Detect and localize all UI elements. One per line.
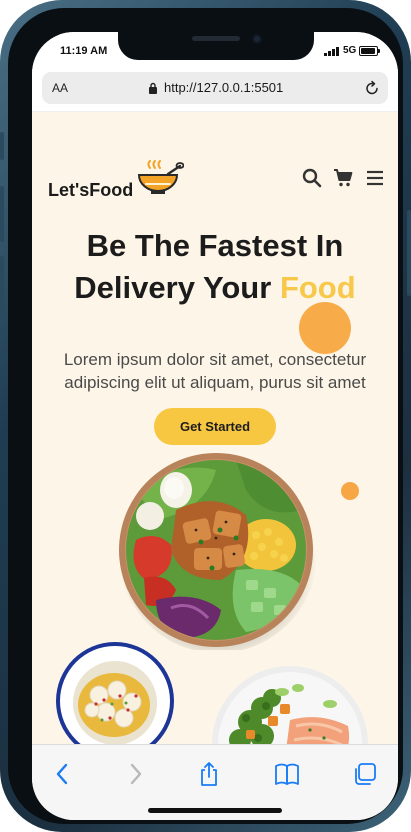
- headline-line-2-prefix: Delivery Your: [74, 270, 272, 305]
- hero-headline: Be The Fastest In Delivery Your Food: [32, 225, 398, 309]
- volume-down-button: [0, 256, 4, 312]
- signal-icon: [324, 46, 340, 56]
- volume-up-button: [0, 186, 4, 242]
- status-bar: 11:19 AM 5G: [32, 32, 398, 72]
- logo-text: Let'sFood: [48, 180, 134, 200]
- headline-accent-word: Food: [279, 270, 356, 305]
- status-time: 11:19 AM: [60, 45, 108, 57]
- reload-icon[interactable]: [364, 80, 380, 96]
- ceviche-bowl-image: [56, 642, 174, 744]
- screen: 11:19 AM 5G AA http://127.0.0.1:5501 Let…: [32, 32, 398, 820]
- power-button: [407, 210, 411, 296]
- menu-icon[interactable]: [365, 168, 385, 188]
- battery-icon: [359, 46, 380, 56]
- headline-line-1: Be The Fastest In: [86, 228, 344, 263]
- headline-line-2: Delivery Your Food: [32, 267, 398, 309]
- url-text[interactable]: http://127.0.0.1:5501: [164, 80, 283, 95]
- front-camera: [252, 34, 262, 44]
- home-indicator: [148, 808, 282, 813]
- address-bar[interactable]: AA http://127.0.0.1:5501: [42, 72, 388, 104]
- phone-frame: 11:19 AM 5G AA http://127.0.0.1:5501 Let…: [0, 0, 411, 832]
- lock-icon: [149, 82, 157, 94]
- phone-bezel: 11:19 AM 5G AA http://127.0.0.1:5501 Let…: [8, 8, 403, 824]
- mute-switch: [0, 132, 4, 160]
- decorative-small-orange-circle: [341, 482, 359, 500]
- grilled-salmon-plate-image: [212, 666, 368, 744]
- browser-address-area: AA http://127.0.0.1:5501: [32, 72, 398, 112]
- share-icon[interactable]: [196, 761, 222, 787]
- get-started-button[interactable]: Get Started: [154, 408, 276, 445]
- network-type: 5G: [343, 45, 357, 56]
- search-icon[interactable]: [302, 168, 322, 188]
- bookmarks-icon[interactable]: [274, 761, 300, 787]
- text-size-button[interactable]: AA: [52, 81, 68, 95]
- soup-bowl-icon: [137, 160, 184, 194]
- hero-description: Lorem ipsum dolor sit amet, consectetur …: [63, 350, 367, 392]
- back-icon[interactable]: [50, 761, 76, 787]
- web-page: Let'sFood Be The Fastest In Delivery You…: [32, 112, 398, 744]
- forward-icon[interactable]: [122, 761, 148, 787]
- notch: [118, 32, 314, 60]
- tabs-icon[interactable]: [352, 761, 378, 787]
- cart-icon[interactable]: [333, 168, 353, 188]
- speaker: [192, 36, 240, 41]
- salad-bowl-image: [119, 453, 316, 650]
- decorative-orange-circle: [299, 302, 351, 354]
